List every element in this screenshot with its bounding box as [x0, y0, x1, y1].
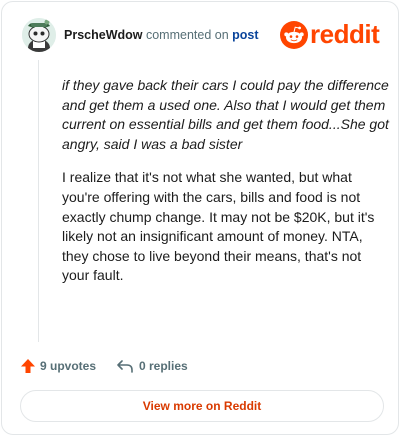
replies-button[interactable]: 0 replies — [116, 356, 188, 376]
action-text: commented on — [145, 28, 229, 42]
user-avatar[interactable] — [22, 18, 56, 52]
view-more-button[interactable]: View more on Reddit — [20, 390, 384, 422]
quoted-text: if they gave back their cars I could pay… — [62, 77, 389, 152]
username-link[interactable]: PrscheWdow — [64, 28, 143, 42]
reddit-snoo-icon — [280, 21, 308, 49]
comment-footer: 9 upvotes 0 replies — [20, 356, 380, 376]
upvote-arrow-icon — [21, 359, 35, 373]
reply-text: I realize that it's not what she wanted,… — [62, 169, 375, 284]
comment-meta: PrscheWdow commented on post — [64, 27, 259, 43]
reddit-logo[interactable]: reddit — [280, 19, 386, 50]
reply-count: 0 replies — [139, 359, 188, 373]
embedded-comment-card: PrscheWdow commented on post reddit if t… — [1, 1, 399, 435]
upvote-button[interactable]: 9 upvotes — [20, 356, 96, 376]
thread-line — [38, 60, 39, 342]
comment-body: if they gave back their cars I could pay… — [62, 76, 392, 286]
upvote-count: 9 upvotes — [40, 359, 97, 373]
post-link[interactable]: post — [232, 28, 258, 42]
snoo-avatar-icon — [22, 18, 56, 52]
brand-wordmark: reddit — [310, 19, 380, 49]
reply-arrow-icon — [117, 360, 133, 373]
comment-header: PrscheWdow commented on post reddit — [22, 18, 386, 52]
